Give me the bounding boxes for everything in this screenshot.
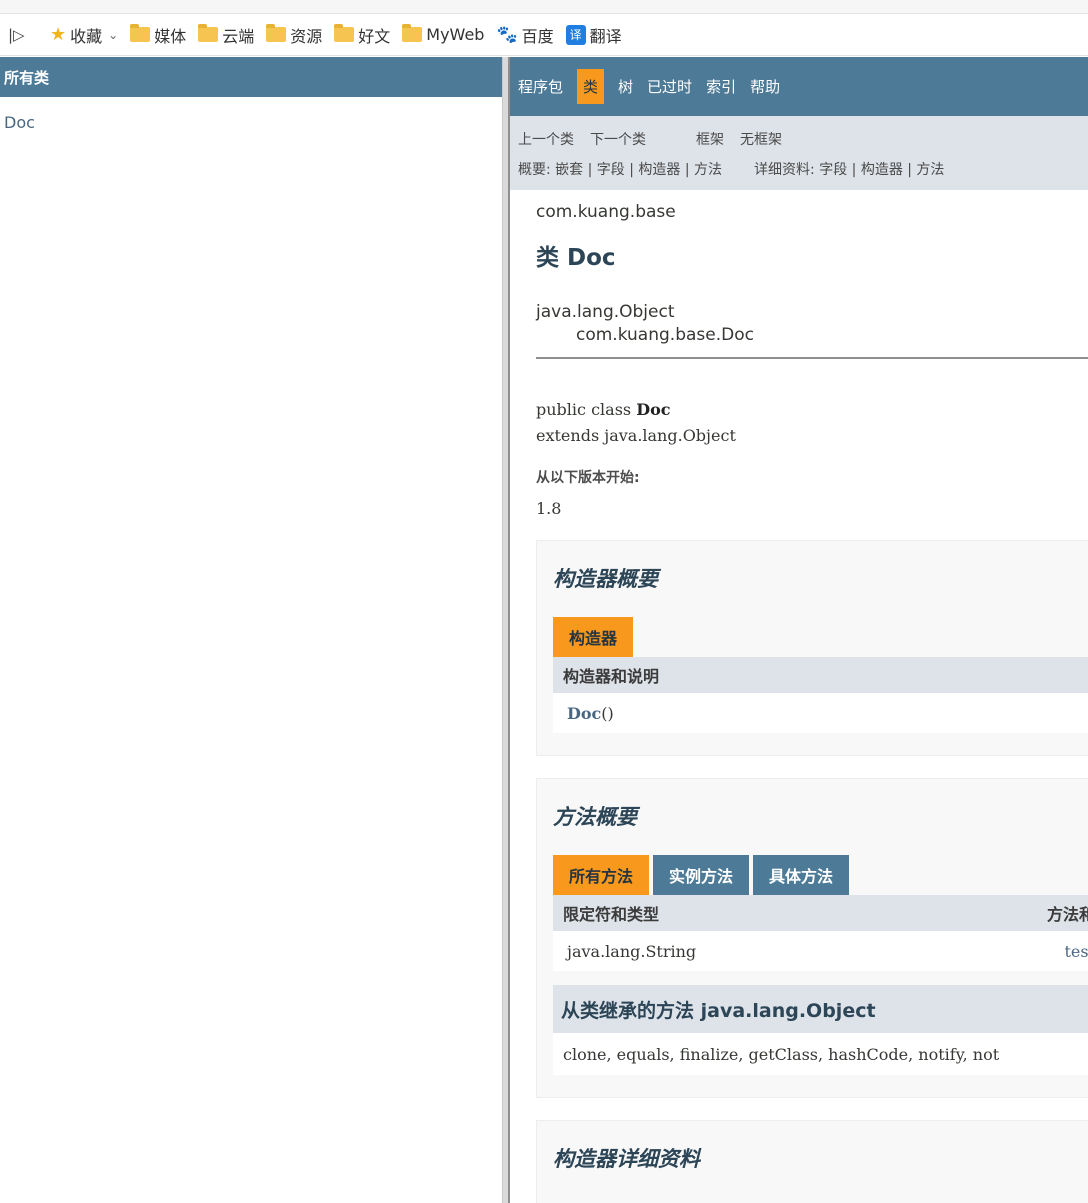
bookmark-label: 翻译: [589, 26, 622, 46]
bookmark-label: 媒体: [154, 26, 187, 46]
bookmark-label: 百度: [521, 26, 554, 46]
class-signature: public class Doc extends java.lang.Objec…: [536, 397, 1088, 449]
bookmark-cloud[interactable]: 云端: [198, 23, 254, 47]
bookmark-media[interactable]: 媒体: [130, 23, 186, 47]
no-frames-link[interactable]: 无框架: [740, 129, 782, 149]
tab-constructors: 构造器: [553, 617, 634, 657]
divider-line: [536, 357, 1088, 359]
all-classes-frame: 所有类 Doc: [0, 57, 502, 1203]
translate-icon: 译: [565, 24, 586, 45]
bookmark-label: 收藏: [70, 26, 103, 46]
folder-icon: [130, 24, 151, 42]
method-link[interactable]: test: [1064, 942, 1088, 961]
bookmark-label: 云端: [222, 26, 255, 46]
inheritance-tree: java.lang.Object com.kuang.base.Doc: [536, 302, 1088, 345]
sub-nav: 上一个类 下一个类 框架 无框架 概要: 嵌套 | 字段 | 构造器 | 方法 …: [510, 116, 1088, 190]
column-header: 构造器和说明: [563, 667, 660, 686]
constructor-parens: (): [601, 703, 614, 723]
nav-class: 类: [577, 69, 605, 104]
nav-package[interactable]: 程序包: [518, 76, 563, 97]
bookmarks-bar: |▷ ★ 收藏 ⌄ 媒体 云端 资源 好文 MyWeb 🐾 百度 译 翻译: [0, 14, 1088, 56]
summary-nav[interactable]: 概要: 嵌套 | 字段 | 构造器 | 方法: [518, 159, 722, 179]
inherited-methods-list[interactable]: clone, equals, finalize, getClass, hashC…: [553, 1033, 1088, 1075]
baidu-paw-icon: 🐾: [496, 24, 518, 45]
inherit-root: java.lang.Object: [536, 302, 675, 322]
class-detail-frame: 程序包 类 树 已过时 索引 帮助 上一个类 下一个类 框架 无框架 概要: 嵌…: [510, 57, 1088, 1203]
column-header-type: 限定符和类型: [563, 905, 660, 924]
folder-icon: [402, 24, 423, 42]
nav-tree[interactable]: 树: [618, 76, 633, 97]
nav-help[interactable]: 帮助: [750, 76, 780, 97]
bookmark-resources[interactable]: 资源: [266, 23, 322, 47]
browser-top-strip: [0, 0, 1088, 14]
chevron-down-icon[interactable]: ⌄: [108, 28, 118, 42]
section-title: 构造器概要: [553, 567, 658, 591]
tab-concrete-methods[interactable]: 具体方法: [753, 855, 850, 895]
all-classes-header: 所有类: [0, 57, 502, 97]
sig-class-name: Doc: [636, 400, 671, 419]
bookmark-articles[interactable]: 好文: [334, 23, 390, 47]
bookmark-label: MyWeb: [426, 25, 485, 44]
constructor-summary: 构造器概要 构造器 构造器和说明 Doc(): [536, 540, 1088, 756]
section-title: 方法概要: [553, 805, 637, 829]
bookmark-translate[interactable]: 译 翻译: [565, 23, 622, 47]
page-title: 类 Doc: [536, 245, 616, 271]
since-value: 1.8: [536, 499, 562, 518]
bookmark-label: 资源: [290, 26, 323, 46]
bookmark-label: 好文: [358, 26, 391, 46]
nav-deprecated[interactable]: 已过时: [647, 76, 692, 97]
bookmark-baidu[interactable]: 🐾 百度: [496, 23, 553, 47]
class-link-doc[interactable]: Doc: [0, 97, 502, 132]
table-header: 限定符和类型 方法和: [553, 895, 1088, 931]
inherit-child: com.kuang.base.Doc: [576, 325, 754, 345]
detail-nav[interactable]: 详细资料: 字段 | 构造器 | 方法: [754, 159, 944, 179]
folder-icon: [266, 24, 287, 42]
star-folder-icon: ★: [50, 24, 67, 45]
table-row: java.lang.String test: [553, 931, 1088, 971]
frame-divider[interactable]: [502, 57, 510, 1203]
prev-class-link[interactable]: 上一个类: [518, 129, 574, 149]
package-name: com.kuang.base: [536, 202, 676, 222]
column-header-method: 方法和: [1046, 905, 1088, 924]
method-summary: 方法概要 所有方法 实例方法 具体方法 限定符和类型 方法和 java.lang…: [536, 778, 1088, 1098]
frames-link[interactable]: 框架: [696, 129, 724, 149]
sidebar-toggle-icon[interactable]: |▷: [8, 26, 30, 44]
constructor-link[interactable]: Doc: [567, 704, 601, 723]
sig-extends: extends java.lang.Object: [536, 426, 736, 445]
sig-prefix: public class: [536, 400, 637, 419]
tab-all-methods[interactable]: 所有方法: [553, 855, 650, 895]
section-title: 构造器详细资料: [553, 1147, 700, 1171]
tab-instance-methods[interactable]: 实例方法: [653, 855, 750, 895]
nav-index[interactable]: 索引: [706, 76, 736, 97]
table-header: 构造器和说明: [553, 657, 1088, 693]
method-return-type: java.lang.String: [567, 941, 697, 961]
folder-icon: [198, 24, 219, 42]
bookmark-myweb[interactable]: MyWeb: [402, 24, 485, 44]
inherited-methods-header: 从类继承的方法 java.lang.Object: [553, 985, 1088, 1033]
constructor-detail: 构造器详细资料: [536, 1120, 1088, 1203]
top-nav-bar: 程序包 类 树 已过时 索引 帮助: [510, 57, 1088, 116]
table-row: Doc(): [553, 693, 1088, 733]
since-label: 从以下版本开始:: [536, 470, 640, 486]
folder-icon: [334, 24, 355, 42]
bookmark-favorites[interactable]: ★ 收藏 ⌄: [50, 23, 118, 47]
next-class-link[interactable]: 下一个类: [590, 129, 646, 149]
